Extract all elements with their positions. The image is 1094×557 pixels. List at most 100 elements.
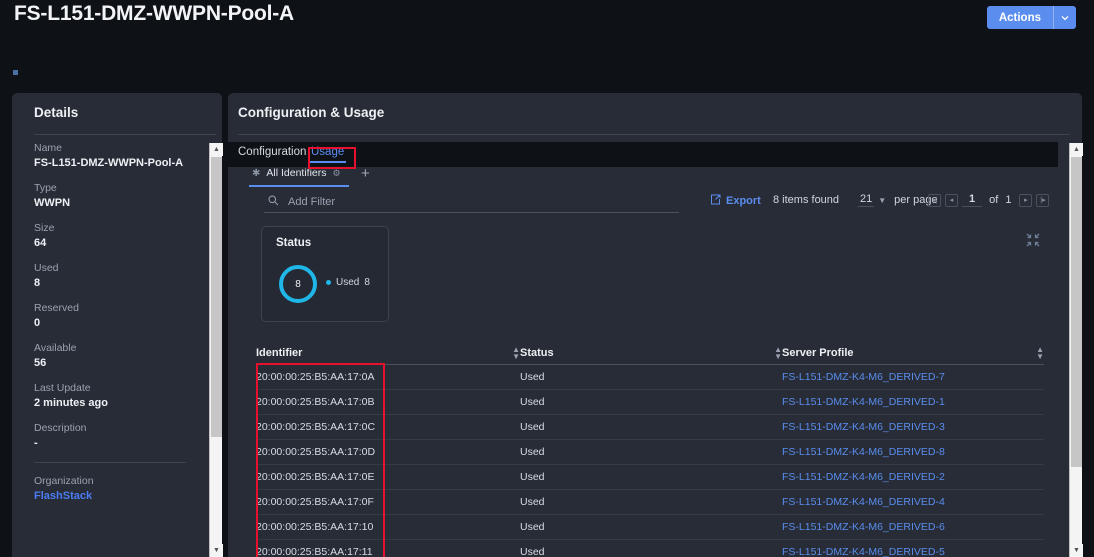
next-page-button[interactable]: ▸: [1019, 193, 1033, 207]
tab-usage[interactable]: Usage: [308, 146, 347, 163]
saved-view-bar: ✱ All Identifiers ⚙ +: [228, 165, 1058, 191]
cell-server-profile-link[interactable]: FS-L151-DMZ-K4-M6_DERIVED-2: [782, 471, 1044, 483]
chevron-down-icon[interactable]: ▼: [878, 196, 886, 205]
cell-server-profile-link[interactable]: FS-L151-DMZ-K4-M6_DERIVED-7: [782, 371, 1044, 383]
sort-icon[interactable]: ▲ ▼: [1036, 346, 1044, 361]
sort-icon[interactable]: ▲ ▼: [774, 346, 782, 361]
current-page-input[interactable]: 1: [962, 193, 983, 207]
column-header-status[interactable]: Status ▲ ▼: [520, 346, 782, 361]
field-label: Type: [34, 182, 57, 194]
saved-view-active-indicator: [249, 185, 349, 187]
cell-server-profile-link[interactable]: FS-L151-DMZ-K4-M6_DERIVED-3: [782, 421, 1044, 433]
cell-server-profile-link[interactable]: FS-L151-DMZ-K4-M6_DERIVED-5: [782, 546, 1044, 557]
cell-server-profile-link[interactable]: FS-L151-DMZ-K4-M6_DERIVED-1: [782, 396, 1044, 408]
search-icon: [268, 195, 279, 209]
status-legend[interactable]: Used 8: [326, 277, 370, 288]
field-value: WWPN: [34, 197, 71, 209]
details-heading: Details: [34, 105, 79, 120]
collapse-panel-icon[interactable]: [1026, 233, 1040, 247]
total-pages: 1: [1005, 194, 1012, 206]
details-divider: [34, 134, 216, 135]
field-label: Name: [34, 142, 63, 154]
actions-button-label: Actions: [998, 11, 1041, 24]
export-icon: [710, 194, 721, 208]
status-donut-chart: 8: [279, 265, 317, 303]
field-label: Last Update: [34, 382, 91, 394]
cell-identifier: 20:00:00:25:B5:AA:17:11: [256, 546, 373, 557]
field-label: Available: [34, 342, 77, 354]
cell-server-profile-link[interactable]: FS-L151-DMZ-K4-M6_DERIVED-4: [782, 496, 1044, 508]
table-row[interactable]: 20:00:00:25:B5:AA:17:0E Used FS-L151-DMZ…: [256, 465, 1044, 490]
cell-server-profile-link[interactable]: FS-L151-DMZ-K4-M6_DERIVED-6: [782, 521, 1044, 533]
tab-configuration[interactable]: Configuration: [238, 146, 306, 158]
breadcrumb-dot: [13, 70, 18, 75]
table-row[interactable]: 20:00:00:25:B5:AA:17:10 Used FS-L151-DMZ…: [256, 515, 1044, 540]
saved-view-label: All Identifiers: [266, 167, 327, 179]
column-label: Server Profile: [782, 347, 854, 359]
cell-status: Used: [520, 496, 545, 508]
column-header-server-profile[interactable]: Server Profile ▲ ▼: [782, 346, 1044, 361]
field-value: 56: [34, 357, 47, 369]
add-saved-view-button[interactable]: +: [361, 165, 370, 182]
field-value: 0: [34, 317, 41, 329]
saved-view-all-identifiers[interactable]: ✱ All Identifiers ⚙: [252, 167, 341, 179]
main-panel-scrollbar[interactable]: ▲ ▼: [1069, 143, 1083, 557]
cell-identifier: 20:00:00:25:B5:AA:17:0C: [256, 421, 376, 433]
per-page-value[interactable]: 21: [858, 193, 875, 207]
filter-input[interactable]: Add Filter: [264, 191, 679, 213]
detail-field-name: Name FS-L151-DMZ-WWPN-Pool-A: [34, 142, 186, 169]
field-label: Organization: [34, 475, 94, 487]
donut-center-value: 8: [295, 278, 301, 290]
details-scrollbar[interactable]: ▲ ▼: [209, 143, 223, 557]
export-button[interactable]: Export: [710, 194, 761, 208]
prev-page-button[interactable]: ◂: [945, 193, 958, 207]
cell-server-profile-link[interactable]: FS-L151-DMZ-K4-M6_DERIVED-8: [782, 446, 1044, 458]
pagination: ◂| ◂ 1 of 1 ▸ |▸: [928, 193, 1050, 207]
organization-link[interactable]: FlashStack: [34, 490, 186, 502]
scroll-down-icon[interactable]: ▼: [210, 544, 223, 557]
scroll-up-icon[interactable]: ▲: [1070, 143, 1083, 156]
field-value: FS-L151-DMZ-WWPN-Pool-A: [34, 157, 184, 169]
table-row[interactable]: 20:00:00:25:B5:AA:17:0A Used FS-L151-DMZ…: [256, 365, 1044, 390]
table-row[interactable]: 20:00:00:25:B5:AA:17:0C Used FS-L151-DMZ…: [256, 415, 1044, 440]
field-value: 8: [34, 277, 41, 289]
cell-status: Used: [520, 471, 545, 483]
tab-bar: Configuration Usage: [228, 142, 1058, 167]
scrollbar-thumb[interactable]: [211, 157, 222, 437]
column-label: Identifier: [256, 347, 303, 359]
chevron-down-icon[interactable]: [1054, 6, 1076, 29]
scrollbar-thumb[interactable]: [1071, 157, 1082, 467]
sort-icon[interactable]: ▲ ▼: [512, 346, 520, 361]
scroll-up-icon[interactable]: ▲: [210, 143, 223, 156]
actions-button[interactable]: Actions: [986, 6, 1076, 29]
legend-value-used: 8: [364, 277, 370, 288]
table-row[interactable]: 20:00:00:25:B5:AA:17:0D Used FS-L151-DMZ…: [256, 440, 1044, 465]
field-value: 64: [34, 237, 47, 249]
export-label: Export: [726, 195, 761, 207]
table-row[interactable]: 20:00:00:25:B5:AA:17:0B Used FS-L151-DMZ…: [256, 390, 1044, 415]
table-row[interactable]: 20:00:00:25:B5:AA:17:11 Used FS-L151-DMZ…: [256, 540, 1044, 557]
gear-icon[interactable]: ⚙: [333, 168, 341, 179]
status-card-title: Status: [276, 237, 312, 249]
cell-status: Used: [520, 546, 545, 557]
page-of-label: of: [989, 194, 999, 206]
cell-identifier: 20:00:00:25:B5:AA:17:0A: [256, 371, 375, 383]
cell-identifier: 20:00:00:25:B5:AA:17:0F: [256, 496, 374, 508]
per-page-selector[interactable]: 21 ▼ per page: [858, 193, 938, 207]
cell-identifier: 20:00:00:25:B5:AA:17:0B: [256, 396, 375, 408]
detail-field-organization: Organization FlashStack: [34, 475, 186, 502]
detail-field-type: Type WWPN: [34, 182, 186, 209]
cell-status: Used: [520, 396, 545, 408]
page-title: FS-L151-DMZ-WWPN-Pool-A: [14, 2, 295, 25]
page-header: FS-L151-DMZ-WWPN-Pool-A Actions: [0, 0, 1094, 90]
legend-label-used: Used: [336, 277, 360, 288]
column-header-identifier[interactable]: Identifier ▲ ▼: [256, 346, 520, 361]
field-value: 2 minutes ago: [34, 397, 108, 409]
cell-status: Used: [520, 521, 545, 533]
table-row[interactable]: 20:00:00:25:B5:AA:17:0F Used FS-L151-DMZ…: [256, 490, 1044, 515]
first-page-button[interactable]: ◂|: [928, 193, 941, 207]
last-page-button[interactable]: |▸: [1036, 193, 1050, 207]
details-section-divider: [34, 462, 186, 463]
scroll-down-icon[interactable]: ▼: [1070, 544, 1083, 557]
column-label: Status: [520, 347, 554, 359]
